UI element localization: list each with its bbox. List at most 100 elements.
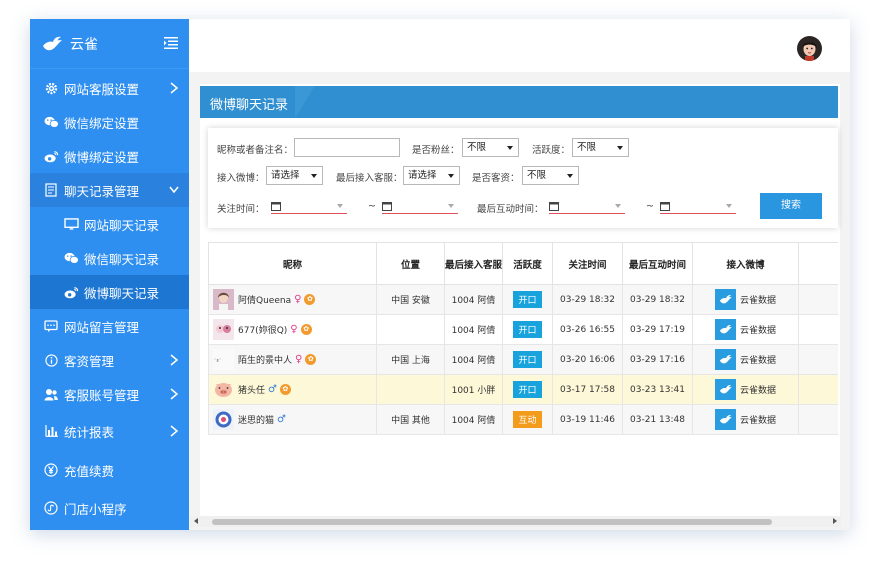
is-fan-select[interactable]: 不限: [462, 138, 519, 157]
sidebar-item-site-messages[interactable]: 网站留言管理: [30, 309, 189, 343]
column-header[interactable]: 关注时间: [552, 242, 623, 285]
table-row[interactable]: 迷思的猫 ♂ 中国 其他 1004 阿倩 互动 03-19 11:46 03-2…: [208, 404, 838, 435]
caret-down-icon: [617, 146, 623, 150]
column-header[interactable]: 位置: [376, 242, 445, 285]
monitor-icon: [63, 216, 79, 232]
sidebar-item-weibo-binding[interactable]: 微博绑定设置: [30, 139, 189, 173]
location: 中国 安徽: [376, 284, 445, 315]
calendar-icon: [382, 202, 392, 211]
column-header[interactable]: 最后接入客服: [444, 242, 503, 285]
last-agent-label: 最后接入客服：: [336, 173, 403, 184]
sidebar-subitem-label: 微博聊天记录: [84, 285, 160, 301]
sidebar-item-site-service-settings[interactable]: 网站客服设置: [30, 71, 189, 105]
sidebar-item-wechat-binding[interactable]: 微信绑定设置: [30, 105, 189, 139]
miniprogram-icon: [43, 500, 59, 516]
records-table: 昵称 位置 最后接入客服 活跃度 关注时间 最后互动时间 接入微博 阿倩Quee…: [208, 242, 838, 512]
svg-text:ᵔᴥᵔ: ᵔᴥᵔ: [214, 358, 221, 364]
table-row[interactable]: 阿倩Queena ♀ ✿ 中国 安徽 1004 阿倩 开口 03-29 18:3…: [208, 284, 838, 315]
sidebar-item-recharge[interactable]: 充值续费: [30, 451, 189, 489]
user-icon: [43, 386, 59, 402]
avatar: [213, 409, 234, 430]
scrollbar-thumb[interactable]: [212, 519, 772, 525]
follow-time: 03-29 18:32: [552, 284, 623, 315]
sidebar-nav: 网站客服设置 微信绑定设置 微博绑定设置 聊天记录管理 网站聊天记录 微信聊天记…: [30, 71, 189, 527]
sidebar-item-label: 统计报表: [64, 424, 115, 440]
activity-badge: 开口: [513, 351, 542, 368]
last-agent-select[interactable]: 请选择: [403, 166, 460, 185]
chevron-right-icon: [170, 354, 179, 366]
weibo-account-bird-icon: [714, 379, 736, 400]
last-interact-time: 03-21 13:48: [622, 404, 693, 435]
avatar: [213, 379, 234, 400]
weibo-account: 云雀数据: [739, 296, 776, 306]
fan-badge-icon: ✿: [305, 354, 317, 365]
last-interact-time: 03-29 17:19: [622, 314, 693, 345]
sidebar-item-leads[interactable]: 客资管理: [30, 343, 189, 377]
filter-panel: 昵称或者备注名： 是否粉丝： 不限 活跃度： 不限 接入微博： 请选择 最后接入…: [208, 128, 838, 228]
sidebar-item-label: 客服账号管理: [64, 387, 140, 403]
female-icon: ♀: [295, 354, 303, 365]
weibo-account-bird-icon: [714, 319, 736, 340]
activity-value: 不限: [577, 142, 597, 153]
sidebar-item-agent-accounts[interactable]: 客服账号管理: [30, 377, 189, 411]
last-agent-value: 请选择: [408, 170, 437, 181]
location: [376, 314, 445, 345]
sidebar-subitem-weibo-chat[interactable]: 微博聊天记录: [30, 275, 189, 309]
chevron-right-icon: [170, 82, 179, 94]
location: [376, 374, 445, 405]
chevron-right-icon: [170, 425, 179, 437]
sidebar-item-label: 网站留言管理: [64, 319, 140, 335]
sidebar-item-label: 微信绑定设置: [64, 115, 140, 131]
weibo-account: 云雀数据: [739, 326, 776, 336]
female-icon: ♀: [290, 324, 298, 335]
caret-down-icon: [507, 146, 513, 150]
info-icon: [43, 352, 59, 368]
sidebar-item-reports[interactable]: 统计报表: [30, 411, 189, 451]
column-header[interactable]: 昵称: [208, 242, 377, 285]
search-button[interactable]: 搜索: [760, 193, 822, 219]
sidebar-item-label: 网站客服设置: [64, 81, 140, 97]
table-row[interactable]: 677(妳很Q) ♀ ✿ 1004 阿倩 开口 03-26 16:55 03-2…: [208, 314, 838, 345]
follow-time-end[interactable]: [382, 198, 458, 214]
app-window: 云雀 网站客服设置 微信绑定设置 微博绑定设置 聊天记录管理 网站聊天记录 微信…: [30, 19, 850, 530]
bird-logo-icon: [43, 36, 62, 50]
scroll-right-icon[interactable]: [833, 518, 837, 524]
range-separator: ~: [368, 201, 376, 212]
nickname-input[interactable]: [294, 138, 400, 157]
weibo-label: 接入微博：: [217, 173, 265, 184]
male-icon: ♂: [268, 384, 277, 395]
follow-time-start[interactable]: [271, 198, 347, 214]
sidebar-item-chat-records[interactable]: 聊天记录管理: [30, 173, 189, 207]
activity-select[interactable]: 不限: [572, 138, 629, 157]
nickname: 677(妳很Q): [238, 326, 288, 336]
column-header[interactable]: 活跃度: [502, 242, 553, 285]
horizontal-scrollbar[interactable]: [190, 516, 841, 527]
caret-down-icon: [615, 204, 621, 208]
sidebar-subitem-wechat-chat[interactable]: 微信聊天记录: [30, 241, 189, 275]
sidebar-item-mini-program[interactable]: 门店小程序: [30, 489, 189, 527]
is-lead-select[interactable]: 不限: [522, 166, 579, 185]
last-interact-time: 03-23 13:41: [622, 374, 693, 405]
sidebar: 云雀 网站客服设置 微信绑定设置 微博绑定设置 聊天记录管理 网站聊天记录 微信…: [30, 19, 189, 530]
column-header[interactable]: 最后互动时间: [622, 242, 693, 285]
calendar-icon: [549, 202, 559, 211]
caret-down-icon: [311, 174, 317, 178]
chevron-down-icon: [169, 186, 179, 194]
sidebar-item-label: 聊天记录管理: [64, 183, 140, 199]
male-icon: ♂: [277, 414, 286, 425]
last-interact-start[interactable]: [549, 198, 625, 214]
weibo-account: 云雀数据: [739, 386, 776, 396]
sidebar-subitem-site-chat[interactable]: 网站聊天记录: [30, 207, 189, 241]
activity-label: 活跃度：: [532, 145, 571, 156]
scroll-left-icon[interactable]: [194, 518, 198, 524]
table-row[interactable]: 猪头任 ♂ ✿ 1001 小胖 开口 03-17 17:58 03-23 13:…: [208, 374, 838, 405]
table-row[interactable]: ᵔᴥᵔ 陌生的景中人 ♀ ✿ 中国 上海 1004 阿倩 开口 03-20 16…: [208, 344, 838, 375]
user-avatar[interactable]: [797, 36, 822, 61]
column-header[interactable]: 接入微博: [692, 242, 799, 285]
last-interact-end[interactable]: [660, 198, 736, 214]
menu-toggle-icon[interactable]: [163, 35, 179, 51]
agent: 1004 阿倩: [444, 404, 503, 435]
sidebar-item-label: 充值续费: [64, 463, 115, 479]
column-header-empty: [798, 242, 838, 285]
weibo-select[interactable]: 请选择: [266, 166, 323, 185]
